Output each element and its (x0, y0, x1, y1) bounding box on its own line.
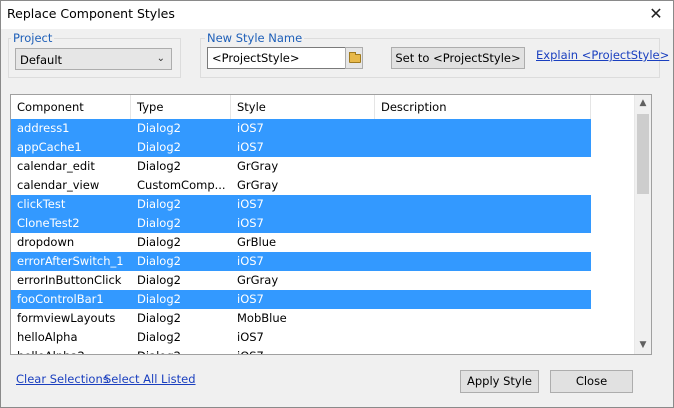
cell-type: Dialog2 (137, 140, 181, 154)
table-row[interactable]: appCache1 Dialog2 iOS7 (11, 138, 591, 157)
cell-style: iOS7 (237, 330, 264, 344)
cell-type: Dialog2 (137, 330, 181, 344)
table-row[interactable]: formviewLayouts Dialog2 MobBlue (11, 309, 591, 328)
cell-style: GrGray (237, 178, 279, 192)
column-header-style[interactable]: Style (231, 95, 375, 119)
clear-selections-link[interactable]: Clear Selections (16, 372, 109, 386)
select-all-listed-link[interactable]: Select All Listed (104, 372, 196, 386)
cell-type: Dialog2 (137, 235, 181, 249)
cell-component: errorInButtonClick (17, 273, 122, 287)
table-row[interactable]: clickTest Dialog2 iOS7 (11, 195, 591, 214)
replace-component-styles-dialog: Replace Component Styles ✕ Project Defau… (0, 0, 674, 408)
cell-style: iOS7 (237, 216, 264, 230)
cell-type: Dialog2 (137, 254, 181, 268)
table-row[interactable]: helloAlpha Dialog2 iOS7 (11, 328, 591, 347)
cell-component: helloAlpha2 (11, 347, 131, 354)
cell-style: iOS7 (237, 121, 264, 135)
cell-type: Dialog2 (137, 197, 181, 211)
column-header-type[interactable]: Type (131, 95, 231, 119)
cell-component: fooControlBar1 (17, 292, 104, 306)
cell-style: GrBlue (237, 235, 277, 249)
cell-type: Dialog2 (137, 273, 181, 287)
cell-style: iOS7 (231, 347, 375, 354)
vertical-scrollbar[interactable]: ▲ ▼ (634, 95, 651, 354)
table-row[interactable]: calendar_view CustomComp... GrGray (11, 176, 591, 195)
cell-component: clickTest (17, 197, 66, 211)
table-row[interactable]: address1 Dialog2 iOS7 (11, 119, 591, 138)
cell-type: Dialog2 (137, 311, 181, 325)
scroll-up-icon[interactable]: ▲ (635, 95, 651, 112)
cell-type: Dialog2 (137, 292, 181, 306)
table-row[interactable]: fooControlBar1 Dialog2 iOS7 (11, 290, 591, 309)
project-label: Project (11, 31, 55, 45)
table-row[interactable]: helloAlpha2Dialog2iOS7 (11, 347, 591, 354)
cell-style: GrGray (237, 273, 279, 287)
table-body: address1 Dialog2 iOS7 appCache1 Dialog2 iOS7 c… (11, 119, 591, 354)
column-header-component[interactable]: Component (11, 95, 131, 119)
browse-button[interactable] (345, 47, 363, 69)
table-row[interactable]: dropdown Dialog2 GrBlue (11, 233, 591, 252)
table-row[interactable]: calendar_edit Dialog2 GrGray (11, 157, 591, 176)
close-icon[interactable]: ✕ (645, 3, 667, 25)
apply-style-button[interactable]: Apply Style (460, 370, 539, 393)
cell-style: MobBlue (237, 311, 287, 325)
table-row[interactable]: errorInButtonClick Dialog2 GrGray (11, 271, 591, 290)
column-header-description[interactable]: Description (375, 95, 591, 119)
cell-component: dropdown (17, 235, 75, 249)
project-select[interactable]: Default ⌄ (15, 48, 172, 70)
close-button[interactable]: Close (550, 370, 633, 393)
cell-component: CloneTest2 (17, 216, 80, 230)
cell-type: Dialog2 (137, 159, 181, 173)
table-row[interactable]: errorAfterSwitch_1 Dialog2 iOS7 (11, 252, 591, 271)
cell-type: CustomComp... (137, 178, 226, 192)
title-bar: Replace Component Styles ✕ (1, 1, 673, 29)
cell-component: helloAlpha (17, 330, 78, 344)
set-to-button[interactable]: Set to <ProjectStyle> (391, 47, 525, 69)
scroll-down-icon[interactable]: ▼ (635, 337, 651, 354)
new-style-label: New Style Name (205, 31, 305, 45)
components-table: Component Type Style Description address… (10, 94, 652, 355)
scroll-thumb[interactable] (637, 114, 649, 194)
new-style-input[interactable] (208, 49, 342, 67)
cell-type: Dialog2 (131, 347, 231, 354)
cell-style: iOS7 (237, 254, 264, 268)
cell-component: formviewLayouts (17, 311, 116, 325)
table-header: Component Type Style Description (11, 95, 591, 120)
cell-style: GrGray (237, 159, 279, 173)
folder-icon (349, 52, 361, 63)
cell-style: iOS7 (237, 140, 264, 154)
cell-style: iOS7 (237, 292, 264, 306)
chevron-down-icon: ⌄ (156, 53, 165, 64)
cell-type: Dialog2 (137, 121, 181, 135)
table-row[interactable]: CloneTest2 Dialog2 iOS7 (11, 214, 591, 233)
explain-link[interactable]: Explain <ProjectStyle> (536, 48, 669, 62)
cell-component: errorAfterSwitch_1 (17, 254, 124, 268)
cell-component: calendar_edit (17, 159, 95, 173)
cell-component: calendar_view (17, 178, 100, 192)
window-title: Replace Component Styles (7, 6, 175, 21)
cell-style: iOS7 (237, 197, 264, 211)
cell-component: address1 (17, 121, 70, 135)
cell-component: appCache1 (17, 140, 82, 154)
cell-type: Dialog2 (137, 216, 181, 230)
new-style-field[interactable] (207, 47, 347, 69)
project-select-value: Default (20, 53, 63, 67)
